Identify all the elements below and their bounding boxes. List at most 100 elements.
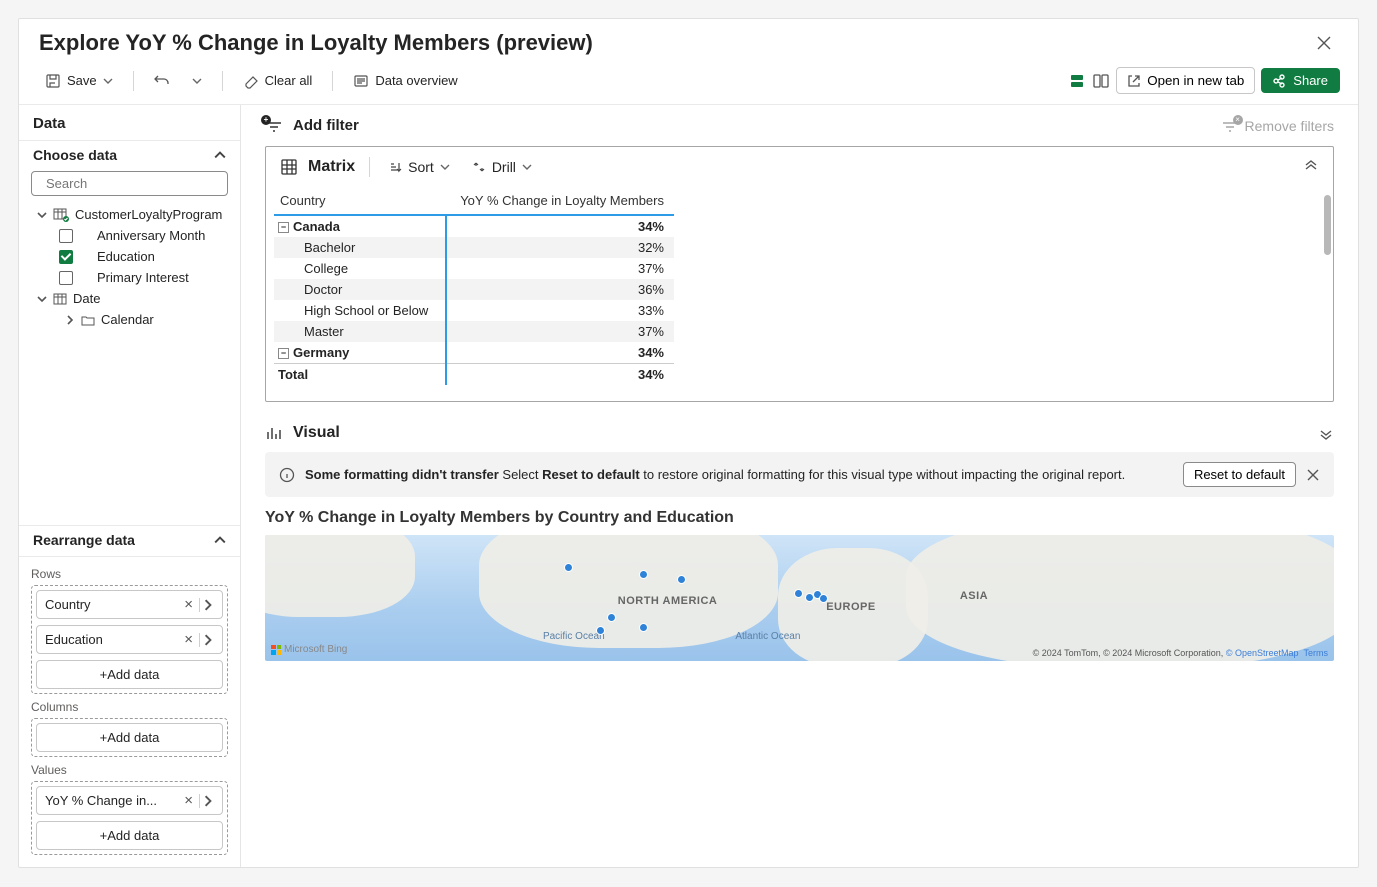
clear-all-button[interactable]: Clear all [235, 68, 321, 94]
table-row[interactable]: Master37% [274, 321, 674, 342]
row-label: Germany [293, 345, 349, 360]
field-anniversary[interactable]: Anniversary Month [35, 225, 230, 246]
table-date-label: Date [73, 291, 100, 306]
remove-filters-button: × Remove filters [1221, 118, 1334, 134]
values-well[interactable]: YoY % Change in... × +Add data [31, 781, 228, 855]
pill-yoy[interactable]: YoY % Change in... × [36, 786, 223, 815]
field-anniversary-label: Anniversary Month [97, 228, 205, 243]
separator [133, 71, 134, 91]
map-dot[interactable] [564, 563, 573, 572]
table-row[interactable]: −Canada34% [274, 215, 674, 237]
field-primary-interest[interactable]: Primary Interest [35, 267, 230, 288]
layout-stacked-button[interactable] [1068, 72, 1086, 90]
undo-dropdown[interactable] [184, 71, 210, 91]
layout-side-icon [1092, 72, 1110, 90]
hierarchy-calendar[interactable]: Calendar [35, 309, 230, 330]
drill-icon [472, 160, 486, 174]
list-icon [353, 73, 369, 89]
osm-link[interactable]: © OpenStreetMap [1226, 648, 1299, 658]
map-legal: © 2024 TomTom, © 2024 Microsoft Corporat… [1033, 648, 1328, 658]
undo-button[interactable] [146, 68, 178, 94]
chevron-up-icon [214, 534, 226, 546]
row-label: College [304, 261, 348, 276]
close-button[interactable] [1310, 29, 1338, 57]
choose-data-section[interactable]: Choose data [19, 140, 240, 171]
pill-remove[interactable]: × [180, 596, 197, 613]
expand-toggle[interactable]: − [278, 222, 289, 233]
table-row[interactable]: −Germany34% [274, 342, 674, 364]
checkbox[interactable] [59, 229, 73, 243]
map-visual[interactable]: NORTH AMERICA EUROPE ASIA Pacific Ocean … [265, 535, 1334, 661]
matrix-icon [280, 158, 298, 176]
map-dot[interactable] [677, 575, 686, 584]
search-input-wrap[interactable] [31, 171, 228, 196]
table-row[interactable]: College37% [274, 258, 674, 279]
col-country[interactable]: Country [274, 187, 446, 215]
chevron-right-icon[interactable] [202, 795, 214, 807]
sort-button[interactable]: Sort [384, 157, 454, 177]
reset-default-button[interactable]: Reset to default [1183, 462, 1296, 487]
table-row[interactable]: Doctor36% [274, 279, 674, 300]
rows-label: Rows [31, 567, 228, 581]
layout-stacked-icon [1068, 72, 1086, 90]
drill-button[interactable]: Drill [468, 157, 536, 177]
add-filter-label: Add filter [293, 117, 359, 134]
terms-link[interactable]: Terms [1304, 648, 1329, 658]
scrollbar[interactable] [1324, 195, 1331, 255]
table-icon [53, 293, 67, 305]
add-rows-button[interactable]: +Add data [36, 660, 223, 689]
add-columns-button[interactable]: +Add data [36, 723, 223, 752]
table-row[interactable]: Bachelor32% [274, 237, 674, 258]
values-label: Values [31, 763, 228, 777]
table-customer-loyalty[interactable]: CustomerLoyaltyProgram [35, 204, 230, 225]
columns-well[interactable]: +Add data [31, 718, 228, 757]
expand-toggle[interactable]: − [278, 348, 289, 359]
pill-remove[interactable]: × [180, 631, 197, 648]
external-link-icon [1127, 74, 1141, 88]
save-button[interactable]: Save [37, 68, 121, 94]
chevron-right-icon[interactable] [202, 634, 214, 646]
col-value[interactable]: YoY % Change in Loyalty Members [446, 187, 674, 215]
map-dot[interactable] [819, 594, 828, 603]
table-row[interactable]: Total34% [274, 364, 674, 386]
field-education-label: Education [97, 249, 155, 264]
collapse-down-icon[interactable] [1318, 425, 1334, 441]
add-values-button[interactable]: +Add data [36, 821, 223, 850]
chevron-down-icon [522, 162, 532, 172]
pill-country[interactable]: Country × [36, 590, 223, 619]
chevron-right-icon [65, 315, 75, 325]
dismiss-info-icon[interactable] [1306, 468, 1320, 482]
pill-yoy-label: YoY % Change in... [45, 793, 180, 808]
checkbox[interactable] [59, 271, 73, 285]
layout-side-button[interactable] [1092, 72, 1110, 90]
info-text: Some formatting didn't transfer Select R… [305, 467, 1173, 482]
row-value: 34% [446, 215, 674, 237]
pill-remove[interactable]: × [180, 792, 197, 809]
table-row[interactable]: High School or Below33% [274, 300, 674, 321]
chart-icon [265, 424, 283, 442]
table-customer-label: CustomerLoyaltyProgram [75, 207, 222, 222]
eraser-icon [243, 73, 259, 89]
share-label: Share [1293, 73, 1328, 88]
checkbox-checked[interactable] [59, 250, 73, 264]
undo-icon [154, 73, 170, 89]
remove-filters-label: Remove filters [1245, 118, 1334, 134]
pill-education-label: Education [45, 632, 180, 647]
share-button[interactable]: Share [1261, 68, 1340, 93]
pill-education[interactable]: Education × [36, 625, 223, 654]
separator [332, 71, 333, 91]
matrix-table[interactable]: Country YoY % Change in Loyalty Members … [274, 187, 674, 385]
open-new-tab-button[interactable]: Open in new tab [1116, 67, 1255, 94]
data-overview-button[interactable]: Data overview [345, 68, 465, 94]
table-icon [53, 208, 69, 222]
sort-icon [388, 160, 402, 174]
rows-well[interactable]: Country × Education × +Add data [31, 585, 228, 694]
add-filter-button[interactable]: + Add filter [265, 117, 359, 134]
formatting-info-bar: Some formatting didn't transfer Select R… [265, 452, 1334, 497]
rearrange-section[interactable]: Rearrange data [19, 525, 240, 556]
chevron-right-icon[interactable] [202, 599, 214, 611]
collapse-up-icon[interactable] [1303, 159, 1319, 175]
table-date[interactable]: Date [35, 288, 230, 309]
field-education[interactable]: Education [35, 246, 230, 267]
search-input[interactable] [46, 176, 222, 191]
